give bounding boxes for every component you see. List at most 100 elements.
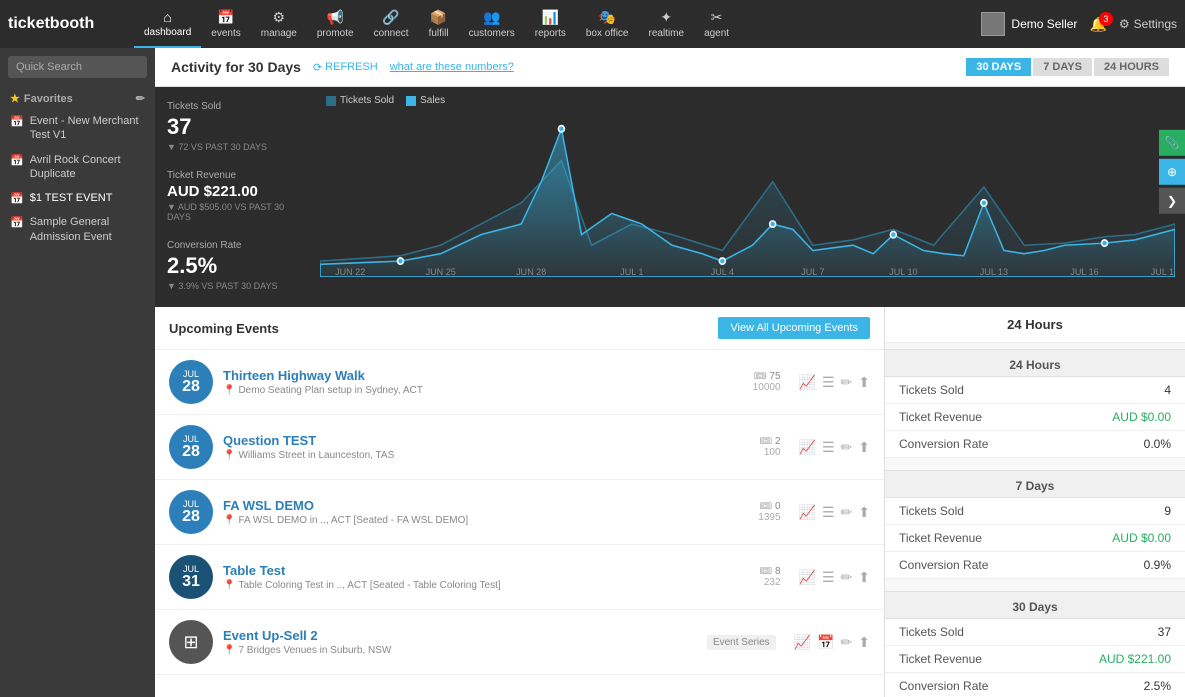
pin-icon: 📍 xyxy=(223,645,235,656)
chart-action-icon[interactable]: 📈 xyxy=(799,374,816,391)
event-name[interactable]: Event Up-Sell 2 xyxy=(223,628,697,643)
ticket-count: 🎟 75 10000 xyxy=(753,371,781,393)
stats-row: Conversion Rate 0.0% xyxy=(885,431,1185,458)
notifications-button[interactable]: 🔔 3 xyxy=(1089,16,1106,33)
nav-box-office[interactable]: 🎭 box office xyxy=(576,0,639,48)
list-action-icon[interactable]: ☰ xyxy=(822,439,835,456)
stats-group-title-7d: 7 Days xyxy=(885,470,1185,498)
chart-action-icon[interactable]: 📈 xyxy=(799,569,816,586)
event-location: 📍 7 Bridges Venues in Suburb, NSW xyxy=(223,645,697,656)
search-input[interactable] xyxy=(8,56,147,78)
event-date-badge: Jul 28 xyxy=(169,360,213,404)
list-action-icon[interactable]: ☰ xyxy=(822,569,835,586)
event-date-badge: Jul 31 xyxy=(169,555,213,599)
revenue-stat: Ticket Revenue AUD $221.00 ▼ AUD $505.00… xyxy=(167,170,298,222)
list-action-icon[interactable]: ☰ xyxy=(822,374,835,391)
nav-reports[interactable]: 📊 reports xyxy=(525,0,576,48)
events-icon: 📅 xyxy=(217,9,234,26)
svg-text:JUL 13: JUL 13 xyxy=(980,267,1008,277)
promote-icon: 📢 xyxy=(327,9,344,26)
float-button-2[interactable]: ⊕ xyxy=(1159,159,1185,185)
realtime-icon: ✦ xyxy=(660,9,672,26)
nav-items: ⌂ dashboard 📅 events ⚙ manage 📢 promote … xyxy=(134,0,981,48)
edit-action-icon[interactable]: ✏ xyxy=(841,374,853,391)
search-box xyxy=(0,48,155,86)
event-actions: 📈 ☰ ✏ ⬆ xyxy=(799,504,870,521)
edit-action-icon[interactable]: ✏ xyxy=(841,634,853,651)
view-all-button[interactable]: View All Upcoming Events xyxy=(718,317,870,339)
calendar-icon: 📅 xyxy=(10,154,24,167)
settings-button[interactable]: ⚙ Settings xyxy=(1119,17,1177,31)
event-name[interactable]: Thirteen Highway Walk xyxy=(223,368,743,383)
what-numbers-link[interactable]: what are these numbers? xyxy=(390,61,514,73)
legend-dot-tickets xyxy=(326,96,336,106)
upload-action-icon[interactable]: ⬆ xyxy=(858,569,870,586)
dashboard-icon: ⌂ xyxy=(163,9,171,25)
customers-icon: 👥 xyxy=(483,9,500,26)
favorites-header[interactable]: ★Favorites ✏ xyxy=(10,92,145,105)
nav-agent[interactable]: ✂ agent xyxy=(694,0,739,48)
star-icon: ★ xyxy=(10,93,20,105)
upload-action-icon[interactable]: ⬆ xyxy=(858,439,870,456)
chart-action-icon[interactable]: 📈 xyxy=(799,439,816,456)
float-button-3[interactable]: ❯ xyxy=(1159,188,1185,214)
event-name[interactable]: Table Test xyxy=(223,563,749,578)
nav-realtime[interactable]: ✦ realtime xyxy=(638,0,694,48)
nav-manage[interactable]: ⚙ manage xyxy=(251,0,307,48)
calendar-action-icon[interactable]: 📅 xyxy=(817,634,834,651)
event-name[interactable]: FA WSL DEMO xyxy=(223,498,748,513)
nav-customers[interactable]: 👥 customers xyxy=(459,0,525,48)
ticket-count: Event Series xyxy=(707,635,776,650)
period-30-days[interactable]: 30 DAYS xyxy=(966,58,1031,76)
period-24-hours[interactable]: 24 HOURS xyxy=(1094,58,1169,76)
chart-action-icon[interactable]: 📈 xyxy=(794,634,811,651)
edit-action-icon[interactable]: ✏ xyxy=(841,569,853,586)
upload-action-icon[interactable]: ⬆ xyxy=(858,374,870,391)
float-side-buttons: 📎 ⊕ ❯ xyxy=(1159,130,1185,214)
nav-fulfill[interactable]: 📦 fulfill xyxy=(419,0,459,48)
legend-dot-sales xyxy=(406,96,416,106)
edit-icon[interactable]: ✏ xyxy=(136,92,145,105)
chart-action-icon[interactable]: 📈 xyxy=(799,504,816,521)
nav-connect[interactable]: 🔗 connect xyxy=(364,0,419,48)
edit-action-icon[interactable]: ✏ xyxy=(841,439,853,456)
svg-text:JUL 19: JUL 19 xyxy=(1151,267,1175,277)
sidebar-item-event-4[interactable]: 📅 Sample General Admission Event xyxy=(0,210,155,249)
list-action-icon[interactable]: ☰ xyxy=(822,504,835,521)
event-name[interactable]: Question TEST xyxy=(223,433,749,448)
event-row: Jul 28 FA WSL DEMO 📍 FA WSL DEMO in .., … xyxy=(155,480,884,545)
period-7-days[interactable]: 7 DAYS xyxy=(1033,58,1092,76)
nav-right: Demo Seller 🔔 3 ⚙ Settings xyxy=(981,12,1177,36)
top-nav: ticketbooth ⌂ dashboard 📅 events ⚙ manag… xyxy=(0,0,1185,48)
chart-svg: JUN 22 JUN 25 JUN 28 JUL 1 JUL 4 JUL 7 J… xyxy=(320,97,1175,277)
refresh-button[interactable]: ⟳ REFRESH xyxy=(313,61,378,74)
pin-icon: 📍 xyxy=(223,515,235,526)
sidebar-item-event-2[interactable]: 📅 Avril Rock Concert Duplicate xyxy=(0,148,155,187)
upload-action-icon[interactable]: ⬆ xyxy=(858,634,870,651)
float-button-1[interactable]: 📎 xyxy=(1159,130,1185,156)
event-info: Thirteen Highway Walk 📍 Demo Seating Pla… xyxy=(223,368,743,396)
upcoming-title: Upcoming Events xyxy=(169,321,279,336)
period-buttons: 30 DAYS 7 DAYS 24 HOURS xyxy=(966,58,1169,76)
ticket-count: 🎟 8 232 xyxy=(759,566,780,588)
event-row: ⊞ Event Up-Sell 2 📍 7 Bridges Venues in … xyxy=(155,610,884,675)
sidebar-item-event-1[interactable]: 📅 Event - New Merchant Test V1 xyxy=(0,109,155,148)
tickets-sold-stat: Tickets Sold 37 ▼ 72 VS PAST 30 DAYS xyxy=(167,101,298,152)
edit-action-icon[interactable]: ✏ xyxy=(841,504,853,521)
stats-panel: Tickets Sold 37 ▼ 72 VS PAST 30 DAYS Tic… xyxy=(155,87,310,307)
event-info: FA WSL DEMO 📍 FA WSL DEMO in .., ACT [Se… xyxy=(223,498,748,526)
connect-icon: 🔗 xyxy=(382,9,399,26)
sidebar-item-event-3[interactable]: 📅 $1 TEST EVENT xyxy=(0,186,155,210)
logo: ticketbooth xyxy=(8,15,118,33)
svg-text:JUL 7: JUL 7 xyxy=(801,267,824,277)
svg-text:JUL 4: JUL 4 xyxy=(711,267,734,277)
nav-dashboard[interactable]: ⌂ dashboard xyxy=(134,0,201,48)
activity-title: Activity for 30 Days xyxy=(171,59,301,75)
upload-action-icon[interactable]: ⬆ xyxy=(858,504,870,521)
event-row: Jul 28 Question TEST 📍 Williams Street i… xyxy=(155,415,884,480)
nav-promote[interactable]: 📢 promote xyxy=(307,0,364,48)
nav-events[interactable]: 📅 events xyxy=(201,0,250,48)
stats-side-header: 24 Hours xyxy=(885,307,1185,343)
stats-group-24h: 24 Hours Tickets Sold 4 Ticket Revenue A… xyxy=(885,343,1185,464)
event-actions: 📈 ☰ ✏ ⬆ xyxy=(799,374,870,391)
